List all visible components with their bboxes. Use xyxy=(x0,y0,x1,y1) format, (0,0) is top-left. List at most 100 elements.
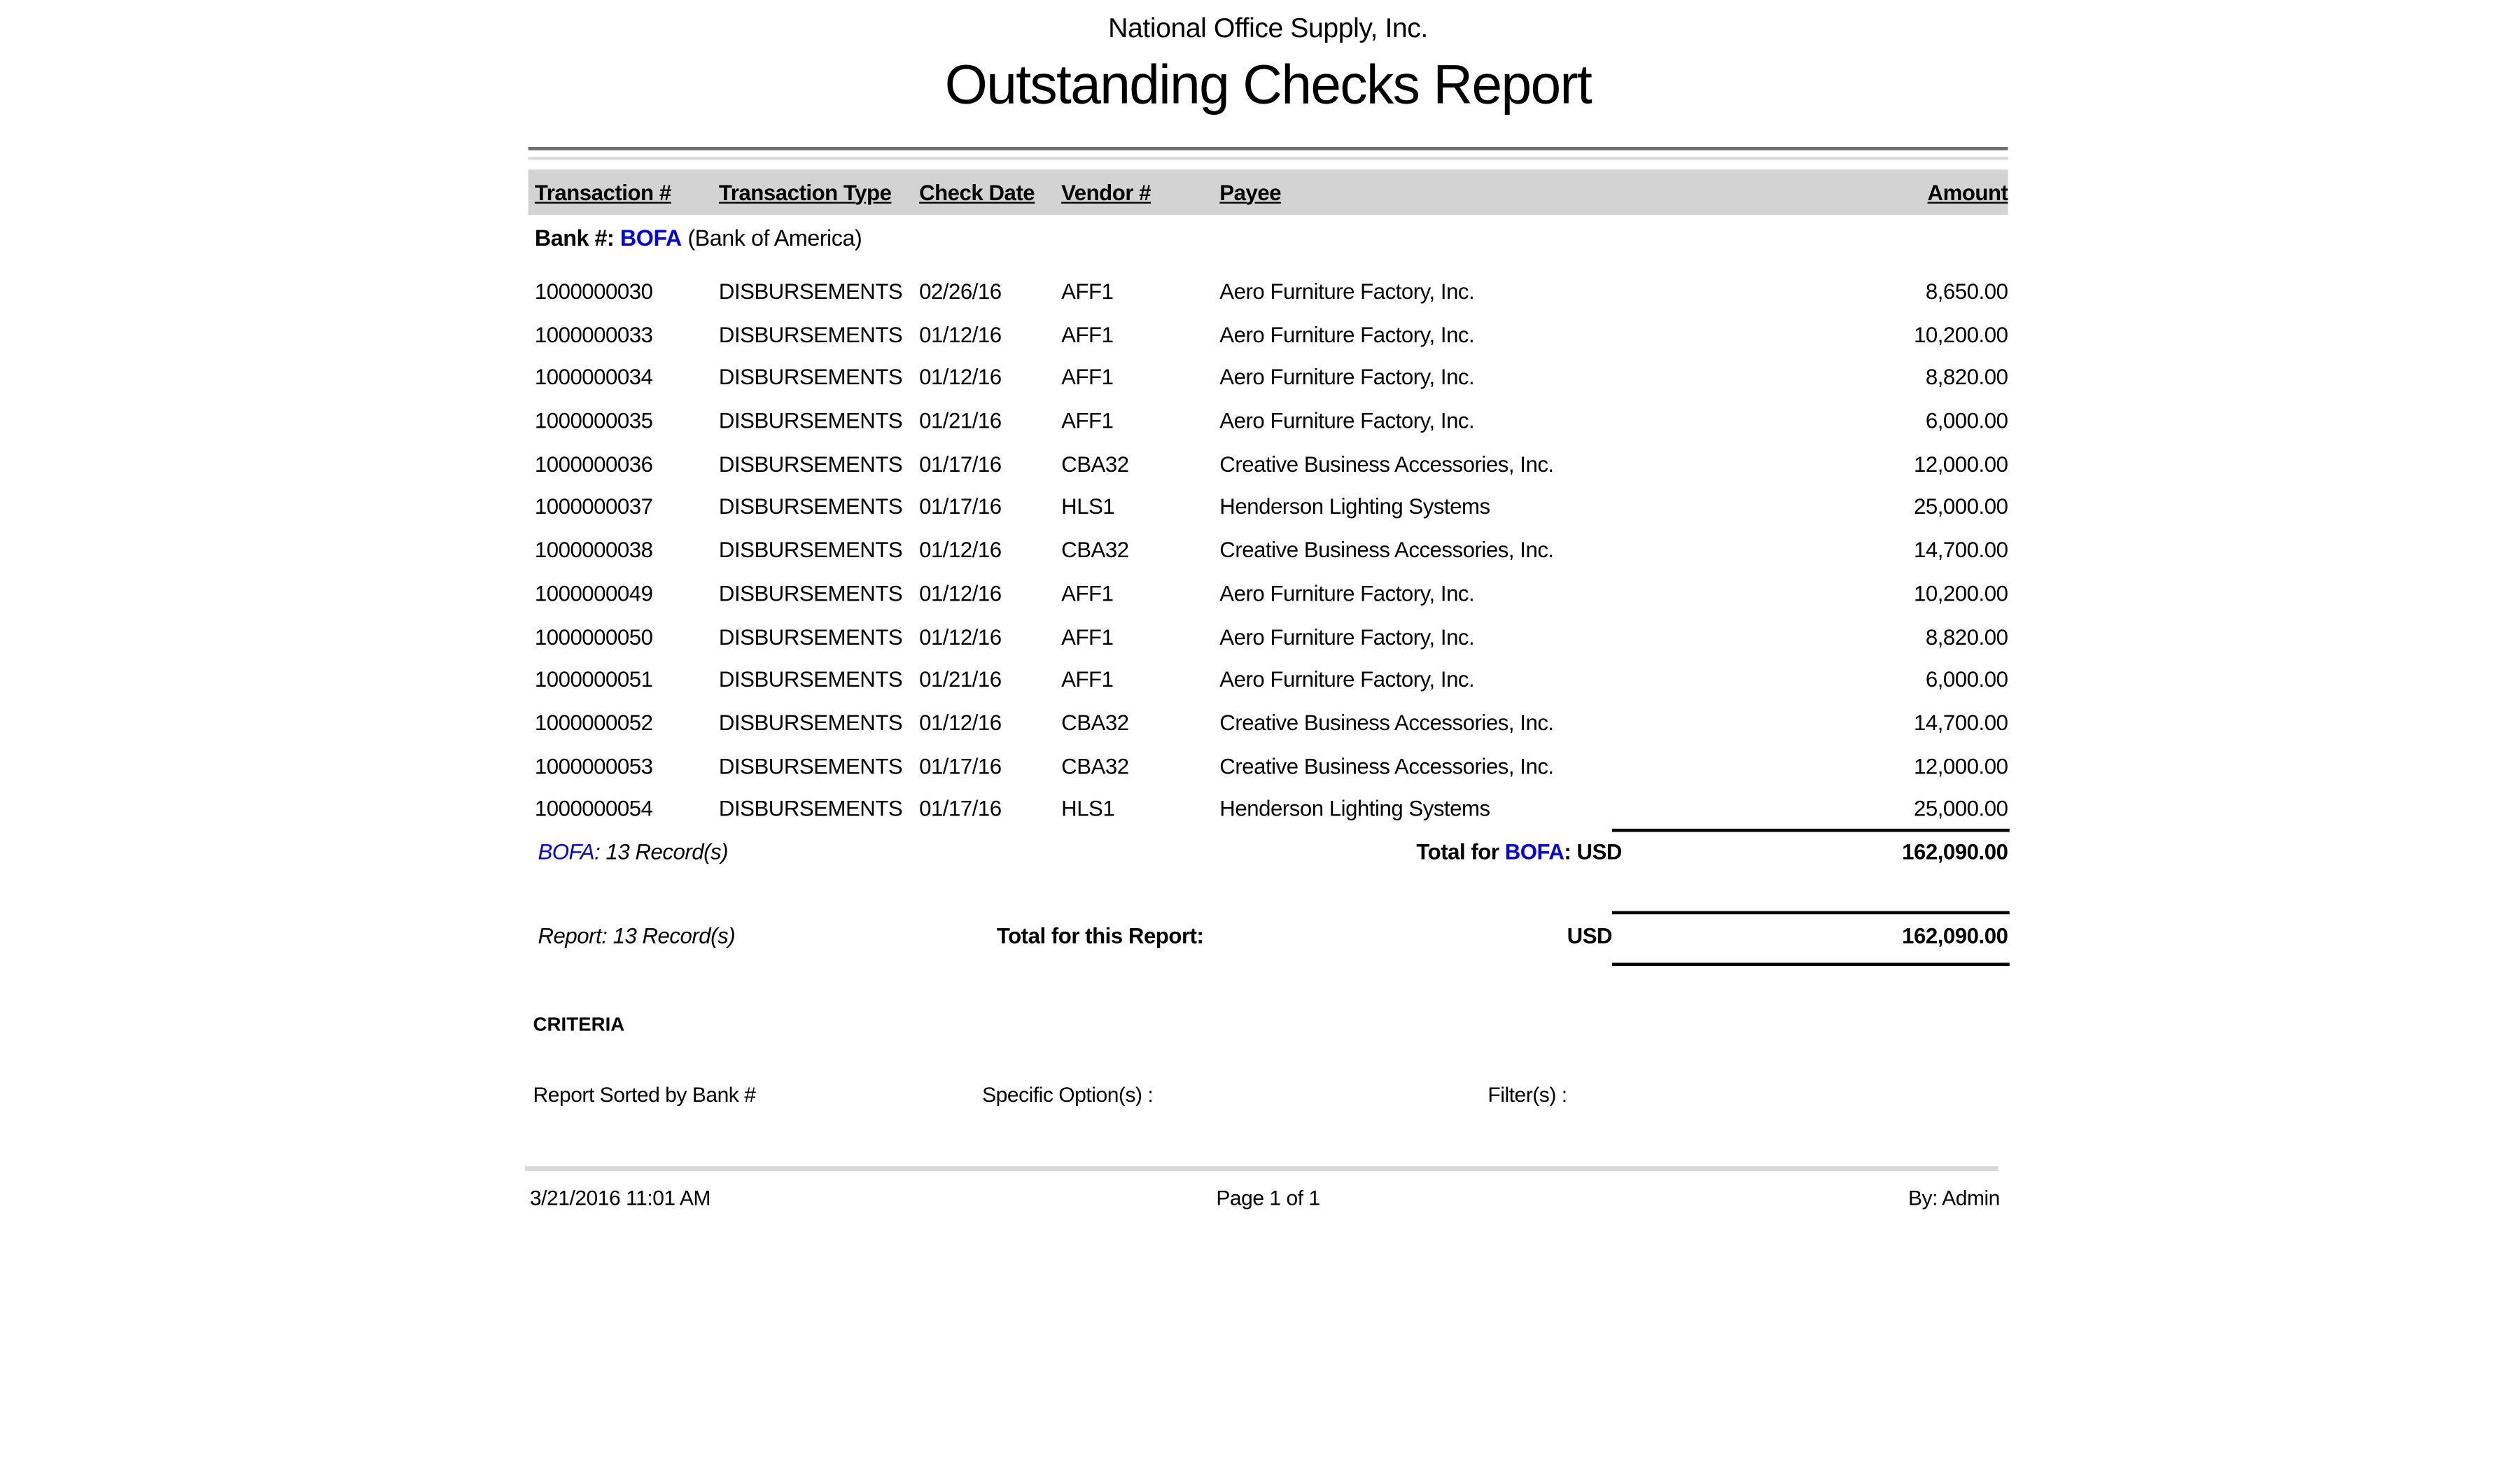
bank-group-label: Bank #: xyxy=(535,225,615,251)
criteria-heading: CRITERIA xyxy=(533,1013,625,1035)
table-row: 1000000035 DISBURSEMENTS 01/21/16 AFF1 A… xyxy=(535,399,2008,442)
column-header-transaction-type[interactable]: Transaction Type xyxy=(719,180,919,204)
cell-transaction-type: DISBURSEMENTS xyxy=(719,710,919,735)
cell-transaction-type: DISBURSEMENTS xyxy=(719,797,919,822)
report-total-row: Report: 13 Record(s) Total for this Repo… xyxy=(528,924,2008,956)
criteria-sorted-by: Report Sorted by Bank # xyxy=(533,1082,756,1107)
report-total-rule-bottom xyxy=(1612,962,2010,966)
bank-name: (Bank of America) xyxy=(687,225,862,251)
criteria-row: Report Sorted by Bank # Specific Option(… xyxy=(528,1082,2008,1112)
title-divider-light xyxy=(528,157,2008,160)
cell-transaction: 1000000053 xyxy=(535,754,719,778)
page-title: Outstanding Checks Report xyxy=(528,55,2008,118)
cell-transaction: 1000000035 xyxy=(535,409,719,433)
cell-transaction-type: DISBURSEMENTS xyxy=(719,409,919,433)
cell-transaction-type: DISBURSEMENTS xyxy=(719,754,919,778)
cell-check-date: 01/12/16 xyxy=(919,582,1061,606)
column-header-amount[interactable]: Amount xyxy=(1749,180,2008,204)
table-row: 1000000053 DISBURSEMENTS 01/17/16 CBA32 … xyxy=(535,745,2008,788)
criteria-specific-options-label: Specific Option(s) : xyxy=(982,1082,1153,1107)
cell-payee: Aero Furniture Factory, Inc. xyxy=(1219,624,1749,649)
cell-vendor: AFF1 xyxy=(1061,409,1219,433)
footer-divider xyxy=(525,1166,1998,1171)
column-header-check-date[interactable]: Check Date xyxy=(919,180,1061,204)
cell-payee: Creative Business Accessories, Inc. xyxy=(1219,754,1749,778)
table-header: Transaction # Transaction Type Check Dat… xyxy=(528,169,2008,215)
cell-check-date: 01/12/16 xyxy=(919,710,1061,735)
cell-transaction: 1000000030 xyxy=(535,279,719,304)
cell-amount: 8,650.00 xyxy=(1749,279,2008,304)
cell-payee: Creative Business Accessories, Inc. xyxy=(1219,452,1749,477)
bank-subtotal-rule xyxy=(1612,829,2010,832)
column-header-vendor[interactable]: Vendor # xyxy=(1061,180,1219,204)
table-row: 1000000034 DISBURSEMENTS 01/12/16 AFF1 A… xyxy=(535,356,2008,400)
outstanding-checks-table: 1000000030 DISBURSEMENTS 02/26/16 AFF1 A… xyxy=(528,270,2008,831)
footer: 3/21/2016 11:01 AM Page 1 of 1 By: Admin xyxy=(528,1186,2008,1215)
cell-check-date: 02/26/16 xyxy=(919,279,1061,304)
cell-check-date: 01/12/16 xyxy=(919,365,1061,390)
cell-check-date: 01/12/16 xyxy=(919,323,1061,347)
cell-vendor: AFF1 xyxy=(1061,582,1219,606)
cell-vendor: CBA32 xyxy=(1061,754,1219,778)
cell-check-date: 01/17/16 xyxy=(919,452,1061,477)
cell-payee: Aero Furniture Factory, Inc. xyxy=(1219,409,1749,433)
cell-amount: 8,820.00 xyxy=(1749,365,2008,390)
report-total-amount: 162,090.00 xyxy=(528,924,2008,948)
column-header-payee[interactable]: Payee xyxy=(1219,180,1749,204)
table-row: 1000000050 DISBURSEMENTS 01/12/16 AFF1 A… xyxy=(535,615,2008,659)
cell-amount: 6,000.00 xyxy=(1749,409,2008,433)
bank-total-amount: 162,090.00 xyxy=(528,840,2008,864)
cell-vendor: HLS1 xyxy=(1061,797,1219,822)
criteria-filters-label: Filter(s) : xyxy=(1488,1082,1567,1107)
cell-check-date: 01/12/16 xyxy=(919,624,1061,649)
cell-vendor: AFF1 xyxy=(1061,668,1219,692)
cell-check-date: 01/17/16 xyxy=(919,754,1061,778)
cell-amount: 12,000.00 xyxy=(1749,754,2008,778)
cell-payee: Aero Furniture Factory, Inc. xyxy=(1219,323,1749,347)
table-row: 1000000036 DISBURSEMENTS 01/17/16 CBA32 … xyxy=(535,442,2008,486)
cell-payee: Aero Furniture Factory, Inc. xyxy=(1219,668,1749,692)
cell-transaction-type: DISBURSEMENTS xyxy=(719,668,919,692)
cell-check-date: 01/21/16 xyxy=(919,668,1061,692)
cell-transaction: 1000000050 xyxy=(535,624,719,649)
cell-transaction: 1000000052 xyxy=(535,710,719,735)
cell-check-date: 01/21/16 xyxy=(919,409,1061,433)
table-row: 1000000054 DISBURSEMENTS 01/17/16 HLS1 H… xyxy=(535,788,2008,831)
cell-payee: Creative Business Accessories, Inc. xyxy=(1219,538,1749,563)
cell-transaction: 1000000034 xyxy=(535,365,719,390)
column-header-transaction[interactable]: Transaction # xyxy=(535,180,719,204)
cell-transaction: 1000000049 xyxy=(535,582,719,606)
cell-check-date: 01/12/16 xyxy=(919,538,1061,563)
cell-transaction-type: DISBURSEMENTS xyxy=(719,365,919,390)
cell-transaction-type: DISBURSEMENTS xyxy=(719,538,919,563)
table-row: 1000000037 DISBURSEMENTS 01/17/16 HLS1 H… xyxy=(535,486,2008,529)
table-row: 1000000038 DISBURSEMENTS 01/12/16 CBA32 … xyxy=(535,528,2008,572)
cell-transaction: 1000000038 xyxy=(535,538,719,563)
report-total-rule-top xyxy=(1612,911,2010,915)
cell-check-date: 01/17/16 xyxy=(919,797,1061,822)
cell-check-date: 01/17/16 xyxy=(919,495,1061,519)
cell-transaction: 1000000036 xyxy=(535,452,719,477)
cell-payee: Creative Business Accessories, Inc. xyxy=(1219,710,1749,735)
report-viewport: National Office Supply, Inc. Outstanding… xyxy=(0,0,2520,1470)
cell-amount: 14,700.00 xyxy=(1749,710,2008,735)
table-row: 1000000051 DISBURSEMENTS 01/21/16 AFF1 A… xyxy=(535,658,2008,701)
cell-transaction-type: DISBURSEMENTS xyxy=(719,323,919,347)
cell-vendor: AFF1 xyxy=(1061,279,1219,304)
cell-amount: 25,000.00 xyxy=(1749,797,2008,822)
cell-payee: Aero Furniture Factory, Inc. xyxy=(1219,582,1749,606)
cell-amount: 8,820.00 xyxy=(1749,624,2008,649)
cell-payee: Aero Furniture Factory, Inc. xyxy=(1219,365,1749,390)
cell-amount: 25,000.00 xyxy=(1749,495,2008,519)
table-row: 1000000049 DISBURSEMENTS 01/12/16 AFF1 A… xyxy=(535,572,2008,615)
cell-transaction-type: DISBURSEMENTS xyxy=(719,582,919,606)
title-divider-dark xyxy=(528,147,2008,150)
cell-vendor: AFF1 xyxy=(1061,323,1219,347)
bank-total-row: BOFA: 13 Record(s) Total for BOFA: USD 1… xyxy=(528,840,2008,872)
cell-vendor: CBA32 xyxy=(1061,710,1219,735)
report-page: National Office Supply, Inc. Outstanding… xyxy=(0,0,2520,1470)
cell-transaction: 1000000037 xyxy=(535,495,719,519)
bank-code-link[interactable]: BOFA xyxy=(620,225,682,251)
cell-transaction-type: DISBURSEMENTS xyxy=(719,624,919,649)
table-row: 1000000030 DISBURSEMENTS 02/26/16 AFF1 A… xyxy=(535,270,2008,313)
